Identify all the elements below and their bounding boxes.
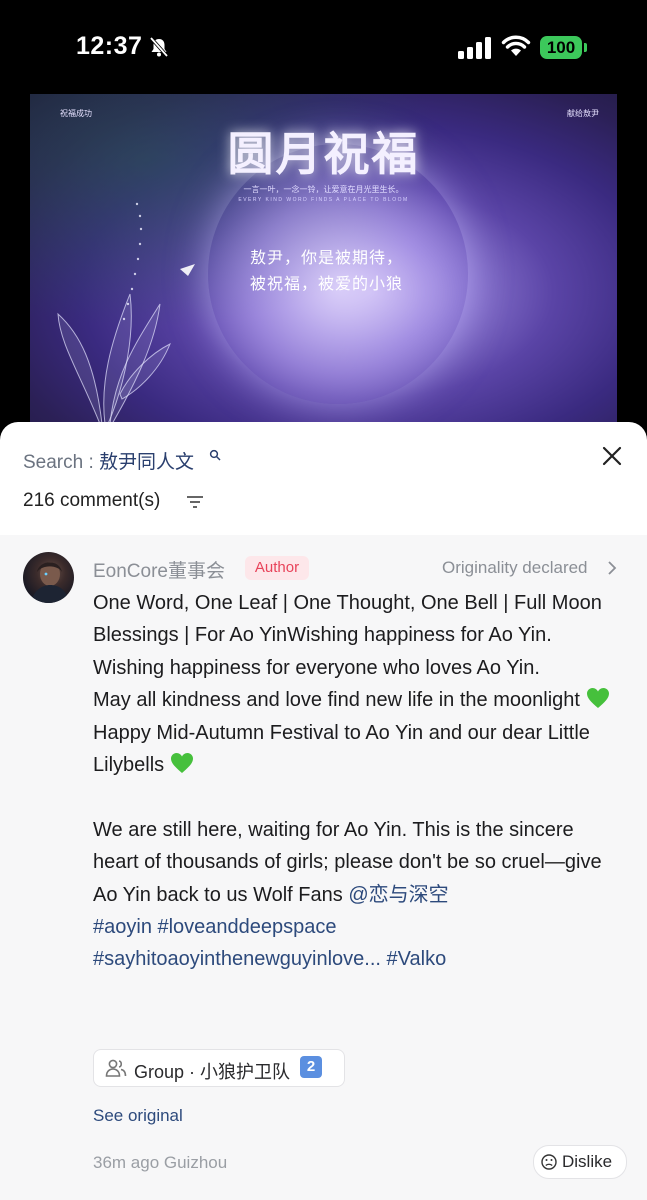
comment-paragraph-3-text: May all kindness and love find new life …	[93, 689, 580, 712]
lily-flower-illustration	[57, 202, 195, 424]
status-bar: 12:37 100	[0, 0, 647, 90]
group-chip[interactable]: Group · 小狼护卫队 2	[93, 1049, 345, 1087]
chevron-right-icon[interactable]	[607, 560, 617, 576]
timestamp-location: 36m ago Guizhou	[93, 1153, 228, 1172]
avatar-portrait	[31, 562, 69, 603]
comment-paragraph-4-text: Happy Mid-Autumn Festival to Ao Yin and …	[93, 721, 590, 777]
battery-icon: 100	[540, 36, 582, 59]
originality-declared-link[interactable]: Originality declared	[442, 558, 588, 578]
close-icon[interactable]	[598, 442, 626, 470]
username[interactable]: EonCore董事会	[93, 556, 225, 583]
cellular-signal-icon	[458, 37, 491, 59]
group-people-icon	[105, 1059, 127, 1077]
see-original-link[interactable]: See original	[93, 1106, 183, 1126]
banner-title: 圆月祝福	[227, 127, 420, 181]
comment-item: EonCore董事会 Author Originality declared O…	[0, 535, 647, 1200]
banner-message-line-2: 被祝福，被爱的小狼	[250, 276, 404, 293]
hashtags-line-2[interactable]: #sayhitoaoyinthenewguyinlove... #Valko	[93, 943, 623, 975]
banner-message-line-1: 敖尹，你是被期待，	[250, 250, 404, 267]
comment-paragraph-5: We are still here, waiting for Ao Yin. T…	[93, 814, 623, 911]
battery-level: 100	[546, 38, 576, 57]
comment-paragraph-4: Happy Mid-Autumn Festival to Ao Yin and …	[93, 717, 623, 782]
avatar[interactable]	[23, 552, 74, 603]
search-prefix: Search :	[23, 452, 100, 473]
search-term-link[interactable]: 敖尹同人文	[99, 452, 194, 473]
comment-count: 216 comment(s)	[23, 490, 161, 511]
status-time: 12:37	[76, 32, 143, 60]
group-number-badge: 2	[300, 1056, 322, 1078]
hashtags-line-1[interactable]: #aoyin #loveanddeepspace	[93, 911, 623, 943]
bell-muted-icon	[149, 36, 169, 58]
post-banner-image[interactable]: 祝福成功 献给敖尹 圆月祝福 一言一叶，一念一铃，让爱意在月光里生长。 EVER…	[30, 94, 617, 424]
group-label: Group · 小狼护卫队	[134, 1062, 291, 1082]
search-suggestion[interactable]: Search : 敖尹同人文	[23, 447, 221, 474]
comments-sheet: Search : 敖尹同人文 216 comment(s) EonCore董事会…	[0, 422, 647, 1200]
author-badge: Author	[245, 556, 309, 580]
battery-cap	[584, 43, 587, 52]
dislike-label: Dislike	[562, 1152, 613, 1171]
sort-filter-icon[interactable]	[186, 495, 204, 509]
search-icon	[209, 449, 221, 461]
comment-paragraph-3: May all kindness and love find new life …	[93, 684, 623, 716]
comment-paragraph-1: One Word, One Leaf | One Thought, One Be…	[93, 592, 602, 647]
green-heart-icon	[586, 688, 609, 709]
frown-face-icon	[541, 1154, 557, 1170]
comment-paragraph-2: Wishing happiness for everyone who loves…	[93, 656, 540, 679]
green-heart-icon	[170, 753, 193, 774]
comment-text: One Word, One Leaf | One Thought, One Be…	[93, 587, 623, 976]
wifi-icon	[501, 35, 531, 56]
dislike-button[interactable]: Dislike	[533, 1145, 627, 1179]
mention-link[interactable]: @恋与深空	[348, 884, 448, 906]
